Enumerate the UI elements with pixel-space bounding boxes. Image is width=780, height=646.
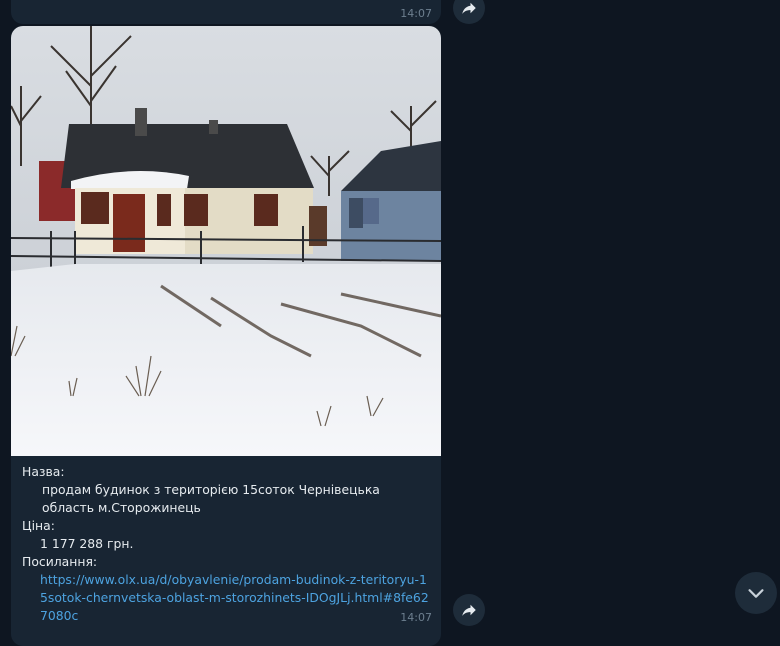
scroll-down-button[interactable]	[735, 572, 777, 614]
forward-button-previous[interactable]	[453, 0, 485, 24]
house-photo[interactable]	[11, 26, 441, 456]
price-value: 1 177 288 грн.	[40, 536, 134, 551]
previous-message-bubble: 14:07	[11, 0, 441, 24]
share-arrow-icon	[462, 2, 476, 14]
listing-link[interactable]: https://www.olx.ua/d/obyavlenie/prodam-b…	[40, 572, 429, 623]
message-bubble: Назва: продам будинок з територією 15сот…	[11, 26, 441, 646]
share-arrow-icon	[462, 604, 476, 616]
previous-message-time: 14:07	[400, 7, 432, 20]
name-value: продам будинок з територією 15соток Черн…	[42, 482, 380, 515]
price-label: Ціна:	[22, 518, 55, 533]
message-caption: Назва: продам будинок з територією 15сот…	[22, 463, 432, 625]
link-label: Посилання:	[22, 554, 98, 569]
chevron-down-icon	[748, 589, 764, 598]
name-label: Назва:	[22, 464, 65, 479]
message-time: 14:07	[400, 611, 432, 624]
forward-button[interactable]	[453, 594, 485, 626]
